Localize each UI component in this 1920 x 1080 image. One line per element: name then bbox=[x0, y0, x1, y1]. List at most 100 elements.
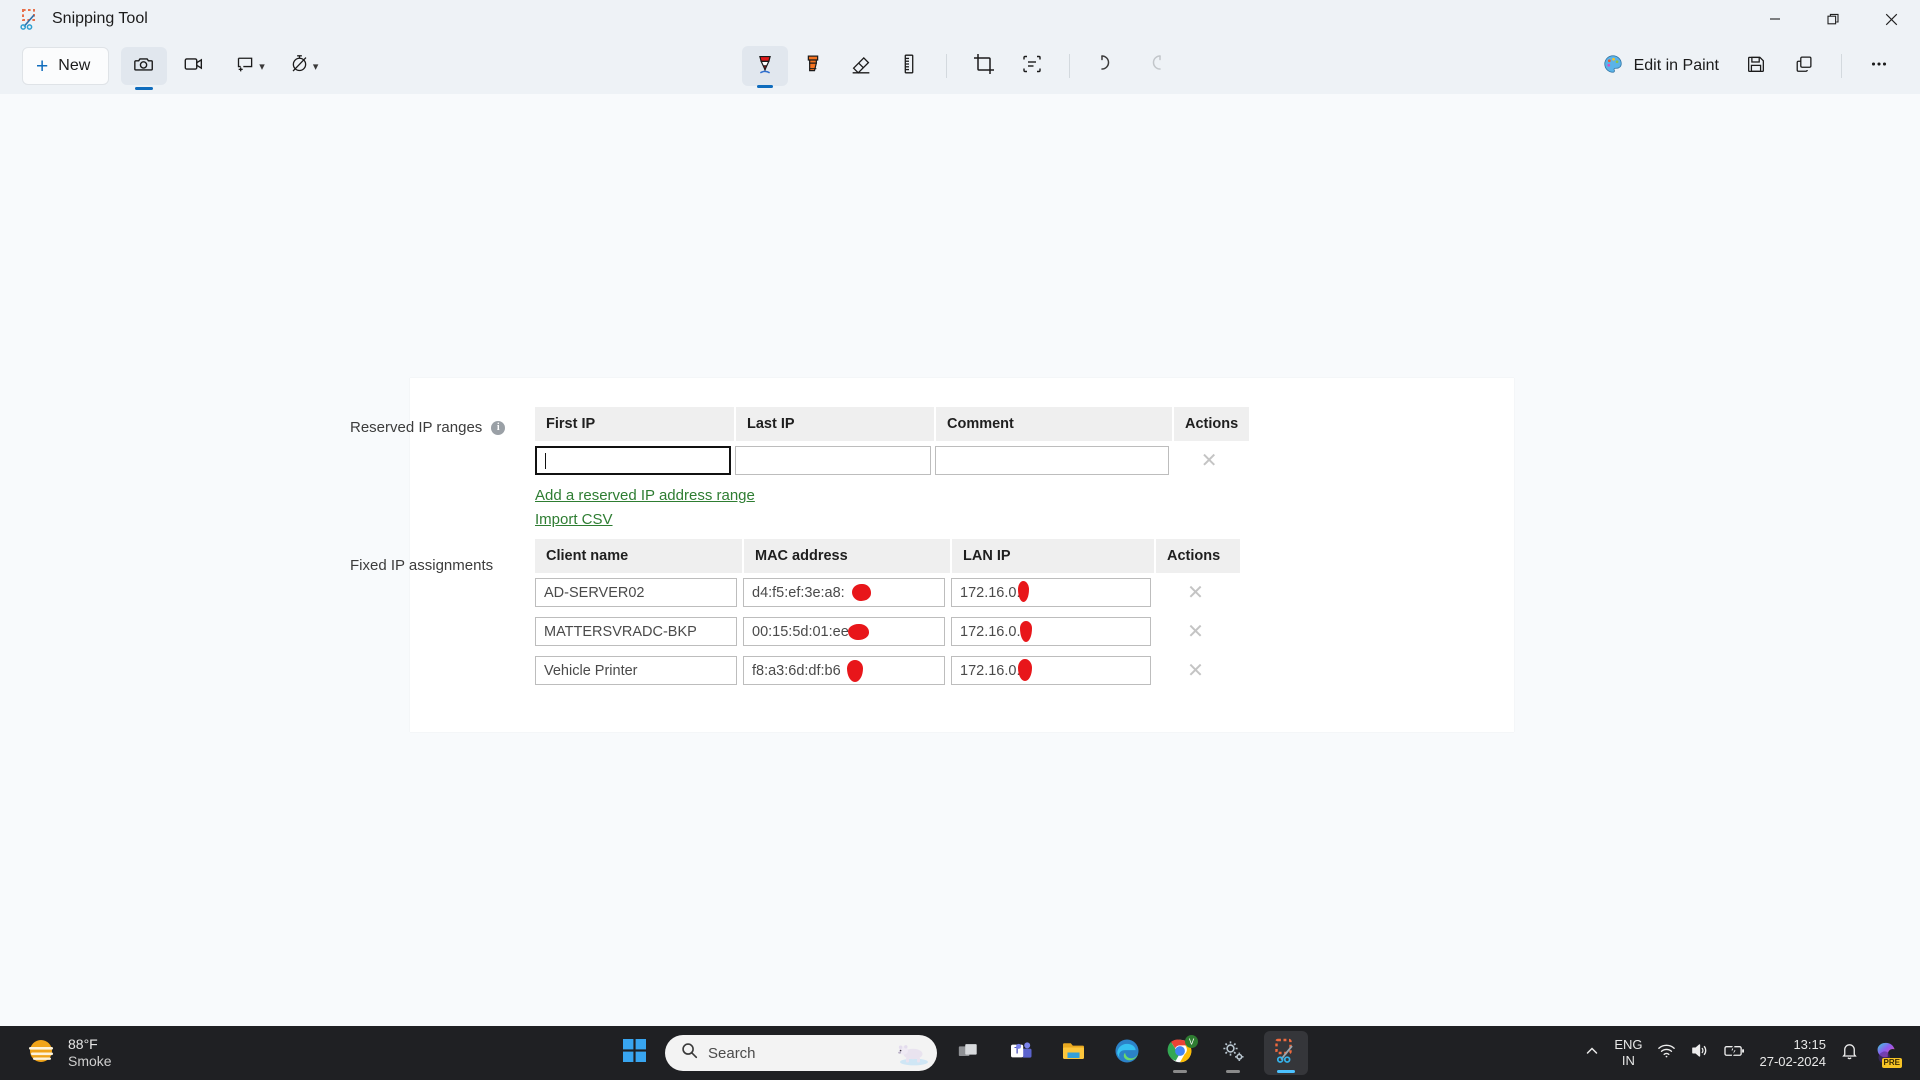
highlighter-button[interactable] bbox=[790, 46, 836, 86]
more-options-icon bbox=[1868, 53, 1890, 80]
haze-sun-icon bbox=[26, 1036, 56, 1071]
show-hidden-icons-button[interactable] bbox=[1584, 1043, 1600, 1064]
delete-row-button[interactable]: ✕ bbox=[1155, 622, 1236, 642]
info-icon[interactable]: i bbox=[491, 420, 506, 435]
lan-ip-input[interactable]: 172.16.0. bbox=[951, 578, 1151, 607]
last-ip-input[interactable] bbox=[735, 446, 931, 475]
toolbar-right-group: Edit in Paint bbox=[1590, 46, 1920, 86]
redaction-mark bbox=[852, 584, 871, 601]
windows-taskbar: 88°F Smoke Search T V ENG IN 13:15 27-02… bbox=[0, 1026, 1920, 1080]
delay-picker-button[interactable]: ▾ bbox=[283, 47, 325, 85]
redo-icon bbox=[1143, 52, 1167, 81]
client-name-input[interactable]: MATTERSVRADC-BKP bbox=[535, 617, 737, 646]
redaction-mark bbox=[1018, 581, 1029, 602]
column-header-client-name: Client name bbox=[535, 539, 744, 573]
snip-canvas[interactable]: Reserved IP ranges i First IP Last IP Co… bbox=[0, 94, 1920, 1044]
snipping-tool-icon bbox=[1274, 1038, 1299, 1068]
start-button[interactable] bbox=[612, 1031, 656, 1075]
first-ip-input[interactable] bbox=[535, 446, 731, 475]
microsoft-edge-button[interactable] bbox=[1105, 1031, 1149, 1075]
reserved-ip-ranges-label: Reserved IP ranges i bbox=[350, 419, 540, 436]
chevron-down-icon: ▾ bbox=[259, 60, 265, 73]
task-view-icon bbox=[957, 1040, 979, 1067]
column-header-first-ip: First IP bbox=[535, 407, 736, 441]
file-explorer-button[interactable] bbox=[1052, 1031, 1096, 1075]
new-button[interactable]: + New bbox=[22, 47, 110, 85]
wifi-icon[interactable] bbox=[1657, 1041, 1676, 1065]
ballpoint-pen-button[interactable] bbox=[742, 46, 788, 86]
camera-icon bbox=[133, 53, 155, 80]
weather-temperature: 88°F bbox=[68, 1036, 98, 1052]
table-header-row: First IP Last IP Comment Actions bbox=[535, 407, 1250, 441]
delete-row-button[interactable]: ✕ bbox=[1155, 583, 1236, 603]
ruler-button[interactable] bbox=[886, 46, 932, 86]
eraser-button[interactable] bbox=[838, 46, 884, 86]
microsoft-edge-icon bbox=[1114, 1038, 1140, 1069]
undo-icon bbox=[1095, 52, 1119, 81]
client-name-input[interactable]: AD-SERVER02 bbox=[535, 578, 737, 607]
crop-icon bbox=[972, 52, 996, 81]
add-reserved-ip-range-link[interactable]: Add a reserved IP address range bbox=[535, 487, 755, 504]
shape-picker-button[interactable]: ▾ bbox=[229, 47, 271, 85]
snipping-tool-taskbar-button[interactable] bbox=[1264, 1031, 1308, 1075]
restore-button[interactable] bbox=[1804, 0, 1862, 38]
clock[interactable]: 13:15 27-02-2024 bbox=[1760, 1036, 1827, 1070]
delete-row-button[interactable]: ✕ bbox=[1155, 661, 1236, 681]
lan-ip-input[interactable]: 172.16.0. bbox=[951, 656, 1151, 685]
lan-ip-input[interactable]: 172.16.0. bbox=[951, 617, 1151, 646]
more-options-button[interactable] bbox=[1856, 46, 1902, 86]
language-line-2: IN bbox=[1621, 1053, 1635, 1068]
crop-button[interactable] bbox=[961, 46, 1007, 86]
new-button-label: New bbox=[58, 57, 91, 74]
mode-snapshot-button[interactable] bbox=[121, 47, 168, 85]
weather-widget[interactable]: 88°F Smoke bbox=[0, 1036, 112, 1071]
edit-in-paint-button[interactable]: Edit in Paint bbox=[1590, 47, 1731, 85]
close-button[interactable] bbox=[1862, 0, 1920, 38]
text-actions-button[interactable] bbox=[1009, 46, 1055, 86]
toolbar-left-group: + New ▾ ▾ bbox=[0, 47, 324, 85]
toolbar-divider bbox=[1069, 54, 1070, 78]
import-csv-link[interactable]: Import CSV bbox=[535, 511, 613, 528]
weather-text: 88°F Smoke bbox=[68, 1036, 112, 1070]
reserved-ip-ranges-table: First IP Last IP Comment Actions ✕ bbox=[535, 407, 1250, 480]
copilot-preview-icon[interactable]: PRE bbox=[1873, 1040, 1902, 1068]
taskbar-center-group: Search T V bbox=[612, 1031, 1308, 1075]
comment-input[interactable] bbox=[935, 446, 1169, 475]
text-caret bbox=[545, 452, 546, 469]
speaker-icon[interactable] bbox=[1690, 1041, 1709, 1065]
mac-address-input[interactable]: 00:15:5d:01:ee bbox=[743, 617, 945, 646]
weather-condition: Smoke bbox=[68, 1053, 112, 1069]
edit-in-paint-label: Edit in Paint bbox=[1633, 57, 1719, 74]
timer-off-icon bbox=[289, 53, 310, 79]
chevron-down-icon: ▾ bbox=[312, 60, 319, 73]
settings-button[interactable] bbox=[1211, 1031, 1255, 1075]
task-view-button[interactable] bbox=[946, 1031, 990, 1075]
clock-time: 13:15 bbox=[1793, 1037, 1826, 1052]
windows-start-icon bbox=[622, 1039, 646, 1067]
mac-address-input[interactable]: d4:f5:ef:3e:a8: bbox=[743, 578, 945, 607]
clock-date: 27-02-2024 bbox=[1759, 1054, 1827, 1069]
save-button[interactable] bbox=[1733, 46, 1779, 86]
mode-record-button[interactable] bbox=[171, 47, 217, 85]
minimize-button[interactable] bbox=[1746, 0, 1804, 38]
client-name-input[interactable]: Vehicle Printer bbox=[535, 656, 737, 685]
polar-bear-icon bbox=[895, 1040, 929, 1066]
highlighter-icon bbox=[800, 51, 826, 82]
language-indicator[interactable]: ENG IN bbox=[1614, 1037, 1642, 1069]
column-header-actions: Actions bbox=[1155, 539, 1240, 573]
bell-icon[interactable] bbox=[1840, 1041, 1859, 1065]
undo-button[interactable] bbox=[1084, 46, 1130, 86]
capture-mode-group bbox=[121, 47, 217, 85]
battery-charging-icon[interactable] bbox=[1723, 1041, 1746, 1065]
search-box[interactable]: Search bbox=[665, 1035, 937, 1071]
mac-address-input[interactable]: f8:a3:6d:df:b6 bbox=[743, 656, 945, 685]
search-icon bbox=[681, 1042, 698, 1064]
copy-button[interactable] bbox=[1781, 46, 1827, 86]
annotation-tools-group bbox=[742, 46, 1178, 86]
google-chrome-button[interactable]: V bbox=[1158, 1031, 1202, 1075]
microsoft-teams-button[interactable]: T bbox=[999, 1031, 1043, 1075]
delete-row-button[interactable]: ✕ bbox=[1173, 451, 1245, 471]
redo-button[interactable] bbox=[1132, 46, 1178, 86]
search-input[interactable]: Search bbox=[708, 1045, 756, 1062]
lan-ip-value: 172.16.0. bbox=[960, 584, 1021, 601]
